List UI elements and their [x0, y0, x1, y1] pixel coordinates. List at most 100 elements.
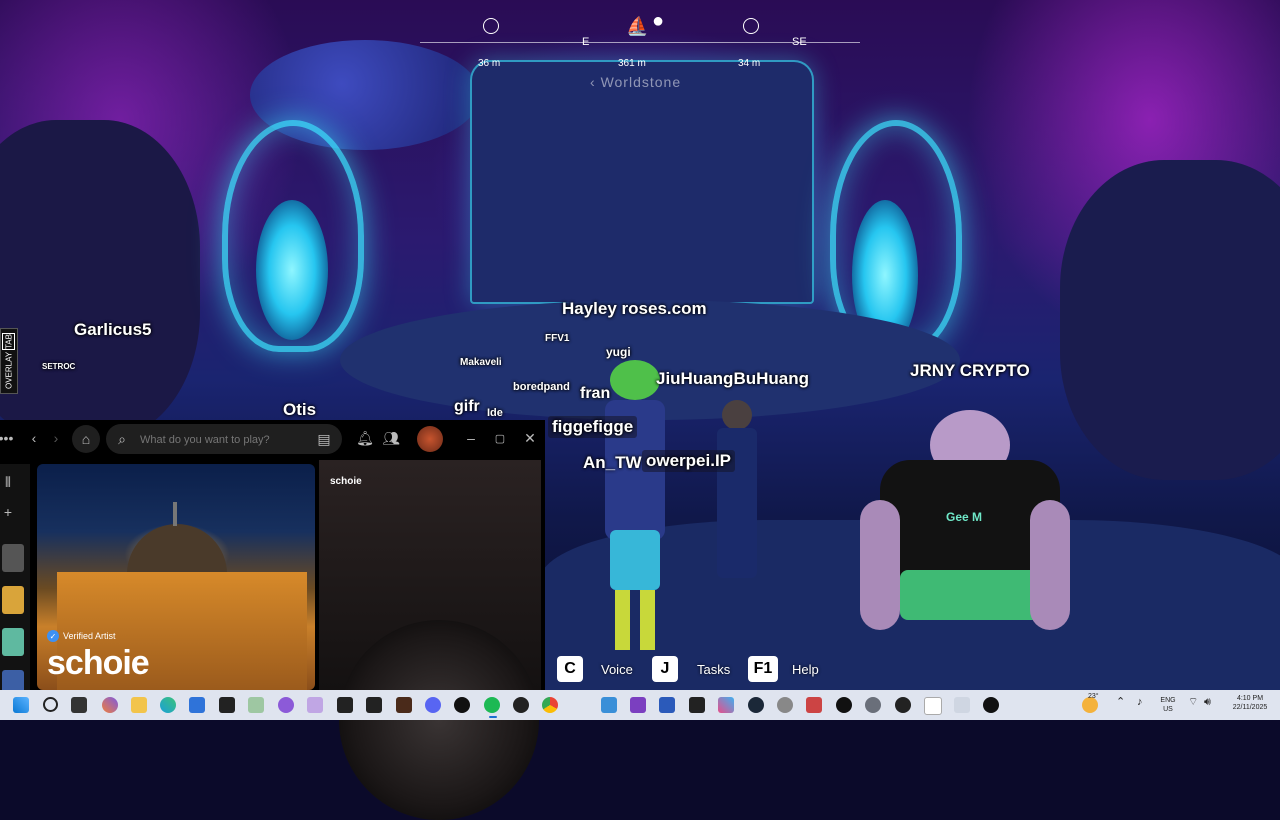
app-icon[interactable]: [895, 697, 911, 713]
library-item[interactable]: [2, 544, 24, 572]
back-icon[interactable]: ‹: [26, 430, 42, 446]
steam-icon[interactable]: [748, 697, 764, 713]
library-item[interactable]: [2, 670, 24, 690]
language-indicator[interactable]: ENG US: [1158, 696, 1178, 714]
dome: [127, 524, 227, 577]
app-icon[interactable]: [219, 697, 235, 713]
app-icon[interactable]: [806, 697, 822, 713]
boat-icon: ⛵: [626, 16, 649, 36]
compass-direction-e: E: [582, 36, 590, 48]
volume-icon[interactable]: 🔊︎: [1204, 697, 1211, 708]
player-label: FFV1: [545, 333, 570, 344]
network-icon[interactable]: ⌔: [1188, 697, 1198, 708]
spotify-icon[interactable]: [484, 697, 500, 713]
waypoint-icon: [743, 18, 759, 34]
search-input[interactable]: [138, 424, 302, 456]
library-item[interactable]: [2, 586, 24, 614]
player-label: An_TW: [583, 453, 642, 472]
friends-icon[interactable]: 👥︎: [382, 430, 400, 446]
settings-icon[interactable]: [865, 697, 881, 713]
destination-label: ‹ Worldstone: [590, 74, 682, 90]
close-button[interactable]: ✕: [522, 430, 538, 446]
vinyl-record: [339, 620, 539, 820]
home-icon[interactable]: ⌂: [72, 425, 100, 453]
app-icon[interactable]: [601, 697, 617, 713]
verified-icon: ✓: [47, 630, 59, 642]
app-icon[interactable]: [983, 697, 999, 713]
help-key[interactable]: F1: [748, 656, 778, 682]
app-icon[interactable]: [454, 697, 470, 713]
player-label: fran: [580, 385, 611, 402]
tasks-key[interactable]: J: [652, 656, 678, 682]
clock-date: 22/11/2025: [1232, 704, 1268, 711]
app-icon[interactable]: [248, 697, 264, 713]
weather-temp: 23°: [1088, 693, 1099, 700]
waypoint-icon: [483, 18, 499, 34]
word-icon[interactable]: [659, 697, 675, 713]
spotify-titlebar: ••• ‹ › ⌂ ⌕ ▤ 🔔︎ 👥︎ – ▢ ✕: [0, 420, 545, 460]
library-item[interactable]: [2, 628, 24, 656]
app-icon[interactable]: [337, 697, 353, 713]
frog-character: [590, 360, 680, 660]
app-icon[interactable]: [777, 697, 793, 713]
destination-name: Worldstone: [600, 74, 682, 90]
app-icon[interactable]: [924, 697, 942, 715]
distance-left: 36 m: [478, 58, 501, 69]
search-icon[interactable]: [43, 697, 58, 712]
forward-icon[interactable]: ›: [48, 430, 64, 446]
help-label: Help: [792, 662, 819, 677]
overlay-label: OVERLAY: [4, 352, 14, 390]
player-label: yugi: [606, 345, 631, 359]
clock[interactable]: 4:10 PM 22/11/2025: [1226, 694, 1274, 712]
browse-icon[interactable]: ▤: [316, 431, 332, 447]
player-label: JiuHuangBuHuang: [656, 369, 809, 388]
mic-icon[interactable]: ♪: [1137, 697, 1143, 708]
app-icon[interactable]: [836, 697, 852, 713]
left-cliff: [0, 120, 200, 440]
compass-bar: E ⛵ ● SE 36 m 361 m 34 m ‹ Worldstone: [420, 10, 860, 96]
overlay-toggle[interactable]: OVERLAY TAB: [0, 328, 18, 394]
app-icon[interactable]: [689, 697, 705, 713]
copilot-icon[interactable]: [102, 697, 118, 713]
avatar[interactable]: [417, 426, 443, 452]
voice-key[interactable]: C: [557, 656, 583, 682]
tasks-label: Tasks: [697, 662, 731, 677]
minimize-button[interactable]: –: [463, 430, 479, 446]
library-sidebar: ⦀ +: [0, 464, 30, 690]
search-icon: ⌕: [118, 430, 126, 447]
file-explorer-icon[interactable]: [131, 697, 147, 713]
right-cliff: [1060, 160, 1280, 480]
voice-label: Voice: [601, 662, 633, 677]
now-playing-title: schoie: [330, 476, 362, 487]
language-code: ENG: [1160, 697, 1176, 704]
app-icon[interactable]: [307, 697, 323, 713]
edge-icon[interactable]: [160, 697, 176, 713]
start-icon[interactable]: [13, 697, 29, 713]
player-label: Otis: [283, 400, 317, 419]
discord-icon[interactable]: [425, 697, 441, 713]
app-icon[interactable]: [366, 697, 382, 713]
ape-character: Gee M: [860, 410, 1070, 640]
artist-header: ✓ Verified Artist schoie: [37, 464, 315, 690]
app-icon[interactable]: [630, 697, 646, 713]
region-code: US: [1163, 706, 1173, 713]
add-icon[interactable]: +: [0, 504, 16, 520]
more-icon[interactable]: •••: [0, 430, 13, 446]
windows-taskbar: 23° ⌃ ♪ ENG US ⌔ 🔊︎ 4:10 PM 22/11/2025: [0, 690, 1280, 720]
objective-marker-icon: ●: [652, 10, 665, 32]
app-icon[interactable]: [513, 697, 529, 713]
app-icon[interactable]: [718, 697, 734, 713]
task-view-icon[interactable]: [71, 697, 87, 713]
library-icon[interactable]: ⦀: [0, 474, 16, 490]
app-icon[interactable]: [954, 697, 970, 713]
search-box[interactable]: ⌕ ▤: [106, 424, 342, 456]
chrome-icon[interactable]: [542, 697, 558, 713]
central-temple: [470, 60, 814, 304]
compass-direction-se: SE: [792, 36, 807, 48]
store-icon[interactable]: [189, 697, 205, 713]
app-icon[interactable]: [278, 697, 294, 713]
app-icon[interactable]: [396, 697, 412, 713]
maximize-button[interactable]: ▢: [492, 430, 508, 446]
notifications-icon[interactable]: 🔔︎: [356, 430, 374, 446]
tray-chevron-icon[interactable]: ⌃: [1116, 697, 1125, 708]
